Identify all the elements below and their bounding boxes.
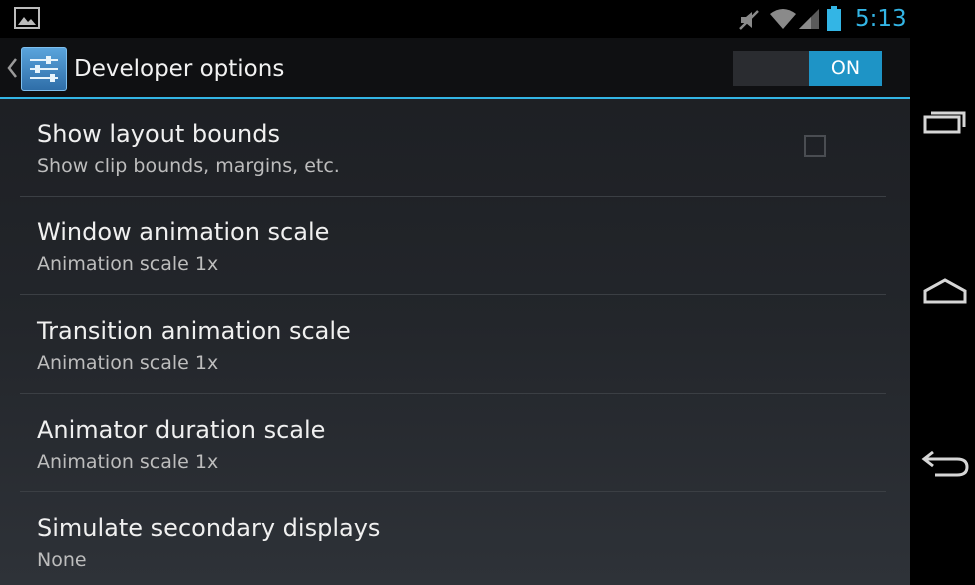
- page-title: Developer options: [74, 56, 285, 82]
- setting-summary: Animation scale 1x: [37, 253, 219, 275]
- status-bar: 5:13: [0, 0, 910, 38]
- home-icon[interactable]: [922, 277, 968, 305]
- wifi-icon: [770, 9, 796, 29]
- setting-transition-animation-scale[interactable]: Transition animation scale Animation sca…: [0, 296, 910, 394]
- battery-icon: [827, 6, 841, 31]
- gallery-icon: [14, 7, 40, 29]
- setting-title: Show layout bounds: [37, 120, 280, 148]
- setting-summary: Show clip bounds, margins, etc.: [37, 155, 340, 177]
- setting-window-animation-scale[interactable]: Window animation scale Animation scale 1…: [0, 197, 910, 295]
- mute-icon: [739, 10, 759, 30]
- toggle-on-label: ON: [809, 51, 882, 86]
- setting-title: Simulate secondary displays: [37, 514, 381, 542]
- developer-options-app-icon[interactable]: [21, 47, 67, 91]
- setting-summary: None: [37, 549, 87, 571]
- clock: 5:13: [855, 6, 907, 32]
- divider: [20, 491, 886, 492]
- signal-icon: [799, 9, 819, 29]
- divider: [20, 393, 886, 394]
- device-screen: 5:13 Developer options ON Show layout bo…: [0, 0, 910, 585]
- setting-summary: Animation scale 1x: [37, 451, 219, 473]
- up-caret-icon[interactable]: [6, 57, 18, 79]
- setting-simulate-secondary-displays[interactable]: Simulate secondary displays None: [0, 493, 910, 585]
- setting-title: Animator duration scale: [37, 416, 326, 444]
- recent-apps-icon[interactable]: [923, 108, 967, 134]
- setting-animator-duration-scale[interactable]: Animator duration scale Animation scale …: [0, 395, 910, 493]
- action-bar: Developer options ON: [0, 38, 910, 99]
- navigation-bar: [910, 0, 975, 585]
- setting-title: Window animation scale: [37, 218, 330, 246]
- setting-summary: Animation scale 1x: [37, 352, 219, 374]
- setting-show-layout-bounds[interactable]: Show layout bounds Show clip bounds, mar…: [0, 99, 910, 197]
- setting-title: Transition animation scale: [37, 317, 351, 345]
- divider: [20, 294, 886, 295]
- back-icon[interactable]: [921, 448, 971, 478]
- show-layout-bounds-checkbox[interactable]: [804, 135, 826, 157]
- developer-options-toggle[interactable]: ON: [733, 51, 882, 86]
